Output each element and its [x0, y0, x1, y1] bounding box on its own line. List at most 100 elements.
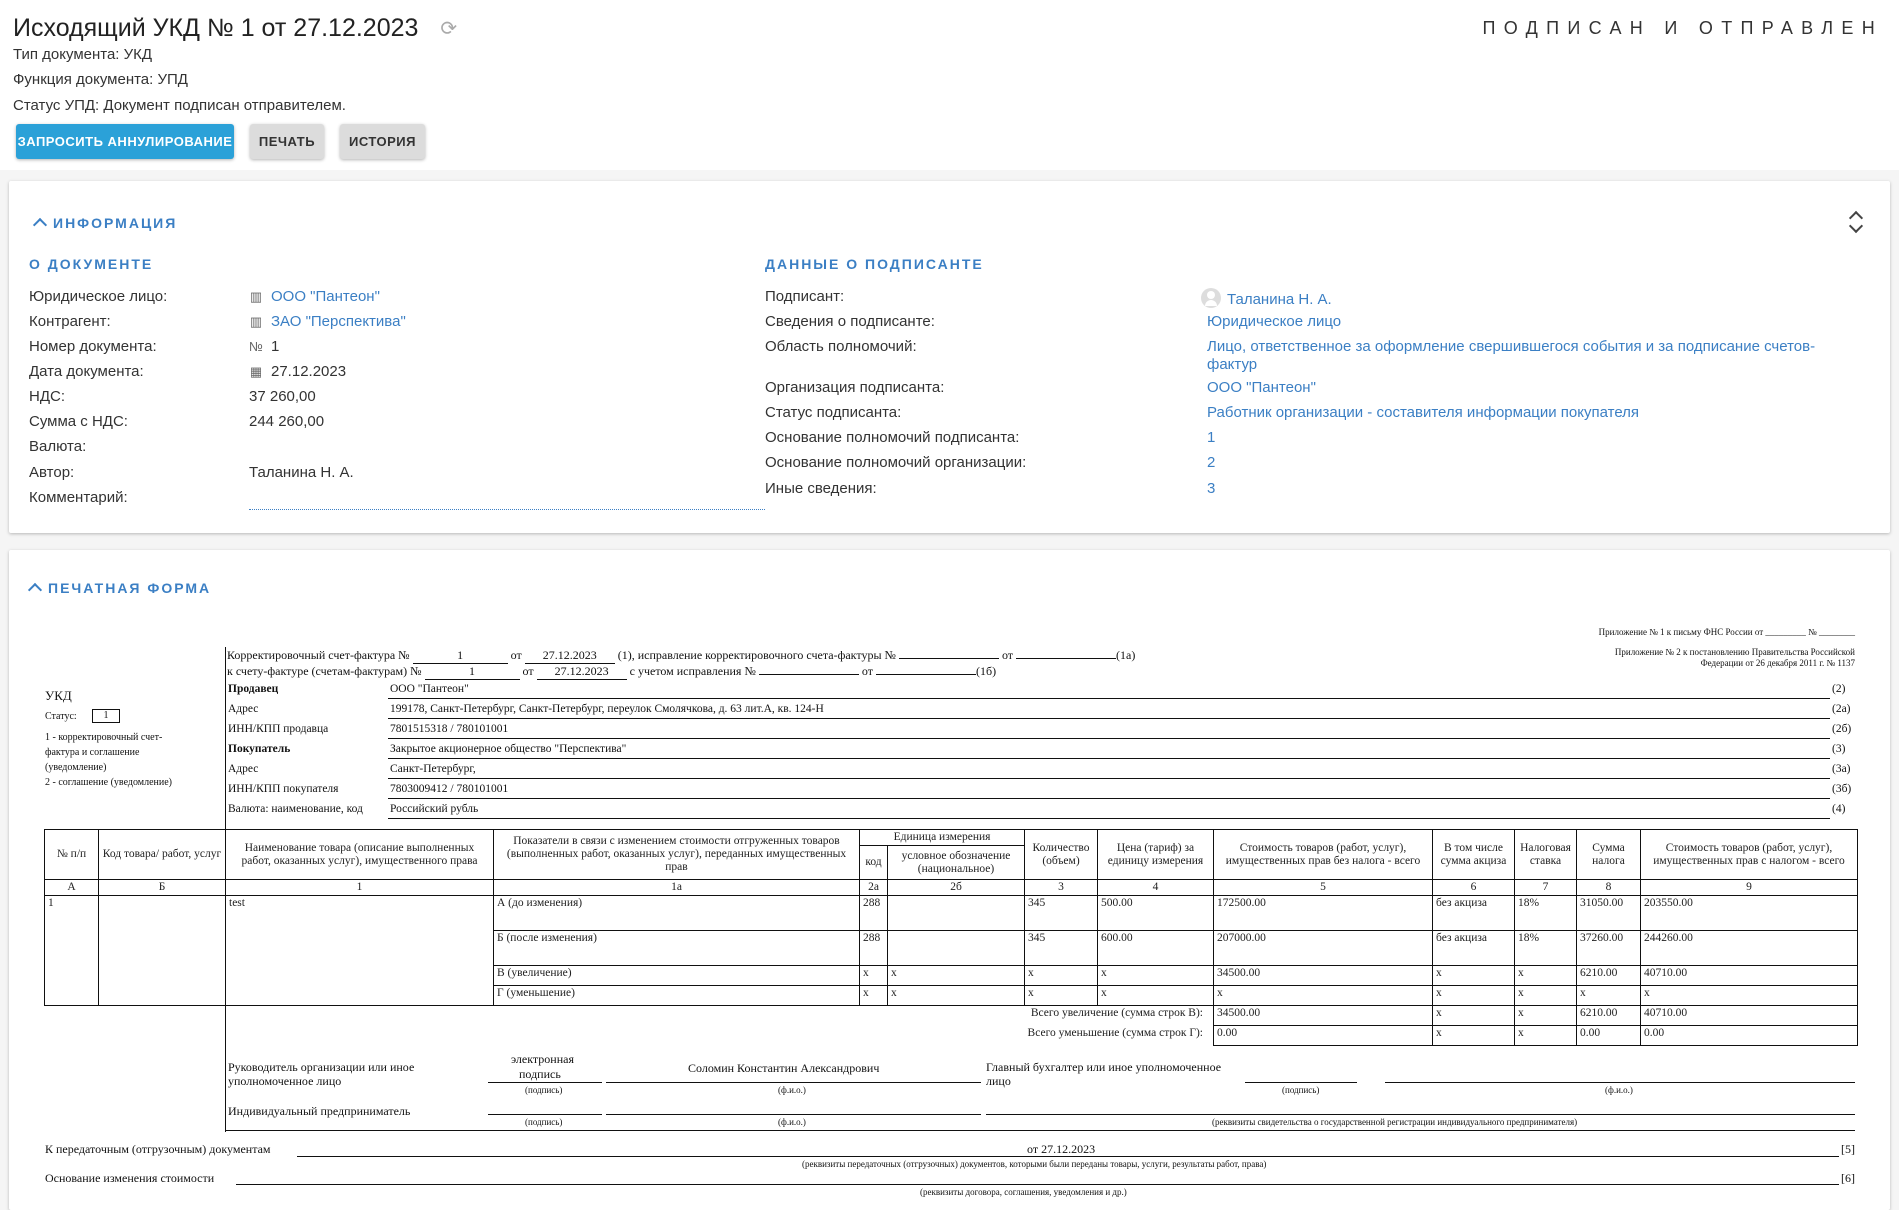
row-a-qty: 345 — [1024, 895, 1098, 931]
party-value: 7803009412 / 780101001 — [390, 783, 509, 795]
expand-collapse-icon[interactable] — [1848, 211, 1862, 233]
item-code — [98, 895, 226, 1006]
party-label: Валюта: наименование, код — [228, 803, 363, 815]
vat-label: НДС: — [29, 388, 65, 405]
column-number: 6 — [1432, 879, 1515, 896]
total-dec-excise: x — [1432, 1025, 1515, 1046]
party-code: (3б) — [1832, 783, 1852, 795]
signer-value[interactable]: Таланина Н. А. — [1201, 284, 1332, 309]
party-label: ИНН/КПП покупателя — [228, 783, 339, 795]
line2-from-2: от — [861, 664, 873, 678]
signer-title: ДАННЫЕ О ПОДПИСАНТЕ — [765, 256, 984, 272]
print-form-title: ПЕЧАТНАЯ ФОРМА — [48, 580, 212, 596]
th-unit-code: код — [859, 845, 888, 880]
calendar-icon: ▦ — [249, 364, 263, 379]
total-inc-cost: 34500.00 — [1213, 1005, 1433, 1026]
doc-type: Тип документа: УКД — [13, 46, 153, 63]
th-rate: Налоговая ставка — [1514, 829, 1577, 880]
number-icon: № — [249, 339, 263, 354]
legal-entity-link[interactable]: ООО "Пантеон" — [271, 288, 380, 305]
print-button[interactable]: ПЕЧАТЬ — [250, 124, 324, 159]
head-fio-caption: (ф.и.о.) — [778, 1085, 806, 1095]
refresh-icon[interactable]: ⟳ — [440, 16, 457, 41]
basis-caption: (реквизиты договора, соглашения, уведомл… — [920, 1187, 1127, 1197]
authority-area-value-2: фактур — [1207, 356, 1258, 373]
row-v-cost: 34500.00 — [1213, 965, 1433, 986]
total-inc-label: Всего увеличение (сумма строк В): — [1030, 1007, 1203, 1019]
head-sign-line — [488, 1082, 602, 1083]
row-v-price: x — [1097, 965, 1214, 986]
info-section-toggle[interactable]: ИНФОРМАЦИЯ — [32, 215, 177, 233]
line2-code: (1б) — [976, 664, 997, 678]
status-value: 1 — [92, 709, 120, 723]
party-label: ИНН/КПП продавца — [228, 723, 329, 735]
counterparty-link[interactable]: ЗАО "Перспектива" — [271, 313, 406, 330]
row-g-cost: x — [1213, 985, 1433, 1006]
party-code: (2б) — [1832, 723, 1852, 735]
party-code: (3а) — [1832, 763, 1851, 775]
th-price: Цена (тариф) за единицу измерения — [1097, 829, 1214, 880]
counterparty-value[interactable]: ▥ ЗАО "Перспектива" — [249, 313, 406, 331]
invoice-date: 27.12.2023 — [536, 664, 627, 680]
row-a-tax: 31050.00 — [1576, 895, 1641, 931]
th-indicators: Показатели в связи с изменением стоимост… — [493, 829, 860, 880]
row-v-excise: x — [1432, 965, 1515, 986]
party-value: Российский рубль — [390, 803, 479, 815]
party-code: (4) — [1832, 803, 1846, 815]
row-g-excise: x — [1432, 985, 1515, 1006]
spacer — [45, 1026, 494, 1046]
status-label: Статус: — [45, 711, 77, 722]
history-button[interactable]: ИСТОРИЯ — [340, 124, 425, 159]
th-cost: Стоимость товаров (работ, услуг), имущес… — [1213, 829, 1433, 880]
chevron-up-icon — [27, 582, 43, 598]
vat-value: 37 260,00 — [249, 388, 316, 405]
signer-org-value: ООО "Пантеон" — [1207, 379, 1316, 396]
row-v-rate: x — [1514, 965, 1577, 986]
print-form-toggle[interactable]: ПЕЧАТНАЯ ФОРМА — [27, 580, 212, 598]
row-b-cost: 207000.00 — [1213, 930, 1433, 966]
line1-label: Корректировочный счет-фактура № — [227, 648, 410, 662]
status-note-3: (уведомление) — [45, 762, 107, 773]
row-g-label: Г (уменьшение) — [493, 985, 860, 1006]
head-name-line — [606, 1082, 981, 1083]
party-code: (2) — [1832, 683, 1846, 695]
column-number: 5 — [1213, 879, 1433, 896]
row-b-tax: 37260.00 — [1576, 930, 1641, 966]
item-npp: 1 — [44, 895, 99, 1006]
total-inc-tax: 6210.00 — [1576, 1005, 1641, 1026]
th-npp: № п/п — [44, 829, 99, 880]
row-a-price: 500.00 — [1097, 895, 1214, 931]
total-dec-label: Всего уменьшение (сумма строк Г): — [1027, 1026, 1203, 1039]
info-card: ИНФОРМАЦИЯ О ДОКУМЕНТЕ ДАННЫЕ О ПОДПИСАН… — [9, 181, 1890, 533]
row-b-price: 600.00 — [1097, 930, 1214, 966]
column-number: 4 — [1097, 879, 1214, 896]
row-g-unit-name: x — [887, 985, 1025, 1006]
party-label: Адрес — [228, 703, 259, 715]
status-note-1: 1 - корректировочный счет- — [45, 732, 163, 743]
page-title: Исходящий УКД № 1 от 27.12.2023 ⟳ — [13, 14, 457, 43]
accountant-sign-caption: (подпись) — [1282, 1085, 1320, 1095]
comment-field[interactable] — [249, 509, 765, 510]
column-number: Б — [98, 879, 226, 896]
row-b-total: 244260.00 — [1640, 930, 1858, 966]
request-cancel-button[interactable]: ЗАПРОСИТЬ АННУЛИРОВАНИЕ — [16, 124, 234, 159]
appendix-2b: Федерации от 26 декабря 2011 г. № 1137 — [1700, 658, 1855, 668]
column-number: А — [44, 879, 99, 896]
legal-entity-value[interactable]: ▥ ООО "Пантеон" — [249, 288, 380, 306]
signer-basis-value: 1 — [1207, 429, 1216, 446]
row-v-total: 40710.00 — [1640, 965, 1858, 986]
signer-link[interactable]: Таланина Н. А. — [1227, 291, 1332, 308]
signer-org-label: Организация подписанта: — [765, 379, 945, 396]
doc-date-text: 27.12.2023 — [271, 363, 347, 380]
ukd-label: УКД — [45, 688, 72, 703]
party-value: Закрытое акционерное общество "Перспекти… — [390, 743, 627, 755]
ip-label: Индивидуальный предприниматель — [228, 1104, 411, 1118]
line2-correction: с учетом исправления № — [629, 664, 756, 678]
total-dec-cost: 0.00 — [1213, 1025, 1433, 1046]
org-basis-label: Основание полномочий организации: — [765, 454, 1027, 471]
party-line — [388, 698, 1830, 699]
org-basis-value: 2 — [1207, 454, 1216, 471]
head-label-b: уполномоченное лицо — [228, 1074, 342, 1088]
row-g-tax: x — [1576, 985, 1641, 1006]
party-line — [388, 718, 1830, 719]
